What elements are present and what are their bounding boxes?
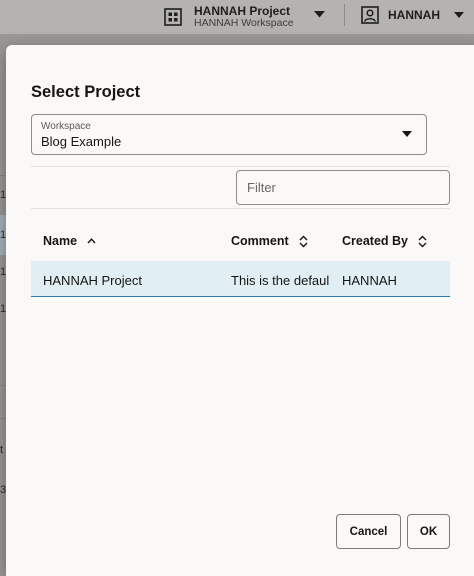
topbar-divider xyxy=(344,4,345,26)
table-row[interactable]: HANNAH Project This is the default proje… xyxy=(31,261,450,297)
dialog-title: Select Project xyxy=(31,83,141,101)
select-project-dialog: Select Project Workspace Blog Example Na… xyxy=(6,45,474,576)
cancel-button[interactable]: Cancel xyxy=(336,514,401,549)
user-icon xyxy=(361,6,379,24)
column-header-label: Comment xyxy=(231,234,289,248)
cell-created-by: HANNAH xyxy=(342,273,397,288)
project-name: HANNAH Project xyxy=(194,4,291,18)
cell-name: HANNAH Project xyxy=(43,273,142,288)
divider xyxy=(31,208,450,209)
grid-icon xyxy=(164,8,182,26)
user-name: HANNAH xyxy=(388,8,440,22)
top-bar: HANNAH Project HANNAH Workspace HANNAH xyxy=(0,0,474,34)
column-header-created-by[interactable]: Created By xyxy=(342,234,427,248)
workspace-select[interactable]: Workspace Blog Example xyxy=(31,114,427,155)
sort-ascending-icon xyxy=(87,238,96,244)
column-header-label: Created By xyxy=(342,234,408,248)
sort-icon xyxy=(418,235,427,247)
column-header-name[interactable]: Name xyxy=(43,234,96,248)
caret-down-icon xyxy=(402,131,412,137)
chevron-down-icon[interactable] xyxy=(454,12,464,18)
workspace-value: Blog Example xyxy=(41,134,122,149)
column-header-label: Name xyxy=(43,234,78,248)
divider xyxy=(31,166,450,167)
sort-icon xyxy=(299,235,308,247)
ok-button[interactable]: OK xyxy=(407,514,450,549)
background-text: t xyxy=(0,444,4,456)
cell-comment: This is the default project xyxy=(231,273,329,288)
filter-input[interactable] xyxy=(236,170,450,205)
project-switcher[interactable]: HANNAH Project HANNAH Workspace xyxy=(164,2,325,32)
workspace-name: HANNAH Workspace xyxy=(194,17,294,29)
user-menu[interactable]: HANNAH xyxy=(361,6,464,24)
chevron-down-icon[interactable] xyxy=(314,11,325,18)
column-header-comment[interactable]: Comment xyxy=(231,234,308,248)
workspace-label: Workspace xyxy=(41,121,91,132)
